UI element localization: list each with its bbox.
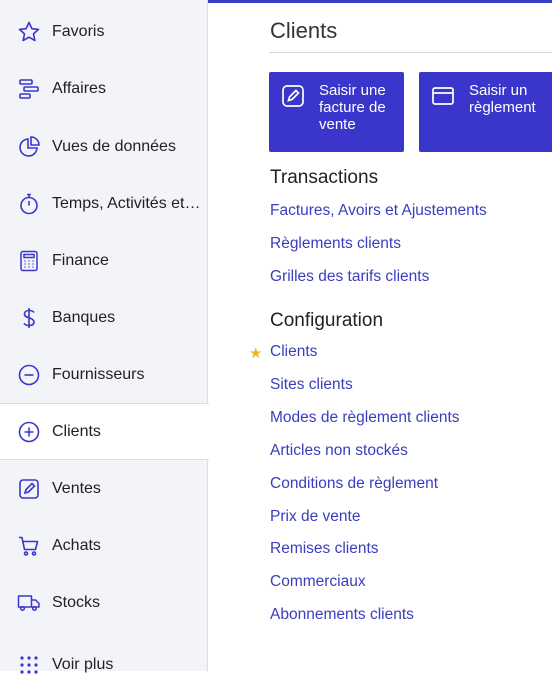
sidebar-item-voir-plus[interactable]: Voir plus [0,636,208,693]
sidebar-item-label: Favoris [52,22,105,40]
sidebar-item-affaires[interactable]: Affaires [0,60,208,117]
pencil-square-icon [281,84,305,108]
sidebar-item-finance[interactable]: Finance [0,232,208,289]
enter-payment-button[interactable]: Saisir un règlement [419,72,552,152]
sidebar-item-temps-activites[interactable]: Temps, Activités et Notes de frais [0,175,208,232]
button-label: Saisir une facture de vente [319,82,386,133]
link-clients[interactable]: Clients [270,343,317,361]
link-payment-terms[interactable]: Conditions de règlement [270,475,438,493]
minus-circle-icon [16,362,42,388]
sidebar-item-label: Vues de données [52,137,176,155]
truck-icon [16,590,42,616]
card-icon [431,84,455,108]
configuration-heading: Configuration [270,310,384,331]
pie-chart-icon [16,134,42,160]
stopwatch-icon [16,191,42,217]
sidebar-item-stocks[interactable]: Stocks [0,574,208,631]
link-non-stock-items[interactable]: Articles non stockés [270,442,408,460]
link-sales-reps[interactable]: Commerciaux [270,573,366,591]
link-sales-prices[interactable]: Prix de vente [270,508,360,526]
link-customer-subscriptions[interactable]: Abonnements clients [270,606,414,624]
favorite-star-icon[interactable]: ★ [249,344,262,362]
grid-dots-icon [16,652,42,678]
link-payment-methods[interactable]: Modes de règlement clients [270,409,460,427]
sidebar-item-label: Banques [52,308,116,326]
timeline-icon [16,76,42,102]
title-divider [269,52,552,53]
link-customer-payments[interactable]: Règlements clients [270,235,401,253]
cart-icon [16,533,42,559]
transactions-heading: Transactions [270,167,379,188]
sidebar-item-label: Temps, Activités et Notes de frais [52,194,204,212]
sidebar-item-label: Achats [52,536,101,554]
sidebar-item-fournisseurs[interactable]: Fournisseurs [0,346,208,403]
dollar-icon [16,305,42,331]
sidebar-item-ventes[interactable]: Ventes [0,460,208,517]
sidebar-item-achats[interactable]: Achats [0,517,208,574]
sidebar-item-label: Fournisseurs [52,365,145,383]
sidebar-item-label: Finance [52,251,109,269]
sidebar-item-favoris[interactable]: Favoris [0,3,208,60]
link-customer-discounts[interactable]: Remises clients [270,540,379,558]
button-label: Saisir un règlement [469,82,536,116]
sidebar-item-label: Ventes [52,479,101,497]
calculator-icon [16,248,42,274]
link-customer-price-lists[interactable]: Grilles des tarifs clients [270,268,429,286]
sidebar: Favoris Affaires Vues de données Temps, … [0,0,209,674]
enter-sales-invoice-button[interactable]: Saisir une facture de vente [269,72,404,152]
top-accent-bar [208,0,552,3]
pencil-square-icon [16,476,42,502]
sidebar-item-vues-de-donnees[interactable]: Vues de données [0,118,208,175]
sidebar-item-banques[interactable]: Banques [0,289,208,346]
sidebar-item-label: Affaires [52,79,106,97]
star-icon [16,19,42,45]
sidebar-item-label: Stocks [52,593,101,611]
page-title: Clients [270,18,338,43]
link-customer-sites[interactable]: Sites clients [270,376,353,394]
link-invoices-credits[interactable]: Factures, Avoirs et Ajustements [270,202,487,220]
sidebar-item-clients[interactable]: Clients [0,403,209,460]
sidebar-item-label: Clients [52,422,101,440]
plus-circle-icon [16,419,42,445]
